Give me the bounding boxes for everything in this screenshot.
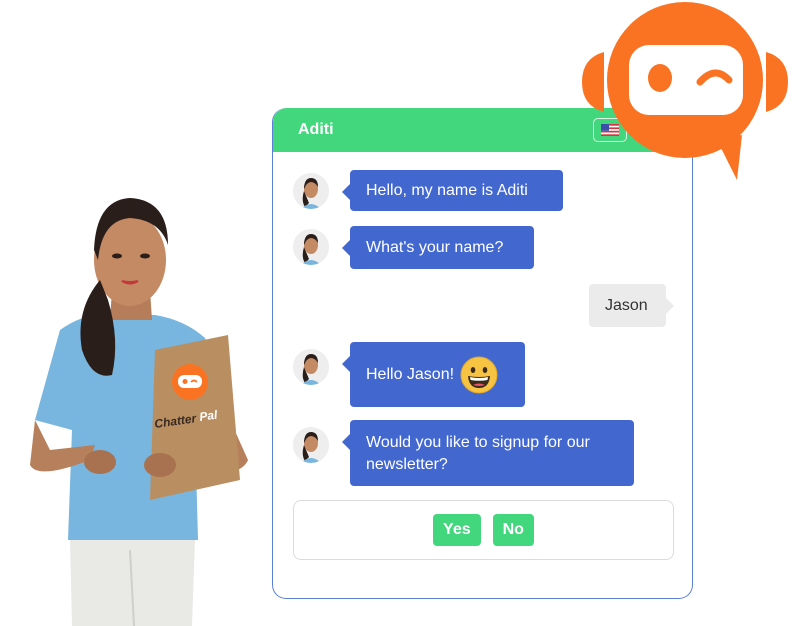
no-button[interactable]: No xyxy=(492,514,534,546)
message-text: What's your name? xyxy=(366,238,504,256)
bot-avatar xyxy=(293,173,329,209)
robot-chat-bubble-icon xyxy=(582,2,788,180)
message-text: Hello Jason! xyxy=(366,365,455,383)
bot-avatar xyxy=(293,229,329,265)
yes-button[interactable]: Yes xyxy=(433,514,481,546)
avatar-figure: Chatter Pal xyxy=(0,180,280,626)
bot-avatar xyxy=(293,349,329,385)
bot-message-bubble: Hello, my name is Aditi xyxy=(342,170,563,211)
bot-message-bubble: What's your name? xyxy=(342,226,534,269)
clipboard-logo-text-2: Pal xyxy=(198,408,218,424)
quick-reply-box: Yes No xyxy=(293,500,674,560)
woman-avatar-illustration: Chatter Pal xyxy=(30,198,248,626)
message-text: Hello, my name is Aditi xyxy=(366,181,528,199)
bot-message-bubble: Hello Jason! xyxy=(342,342,525,407)
message-text: Would you like to signup for our newslet… xyxy=(366,434,590,473)
chat-title: Aditi xyxy=(298,121,334,138)
bot-message-bubble: Would you like to signup for our newslet… xyxy=(342,420,634,486)
grinning-face-emoji-icon xyxy=(460,356,498,393)
chatterpal-robot-logo xyxy=(577,0,793,185)
user-message-bubble: Jason xyxy=(589,284,674,327)
message-text: Jason xyxy=(605,296,648,314)
bot-avatar xyxy=(293,427,329,463)
